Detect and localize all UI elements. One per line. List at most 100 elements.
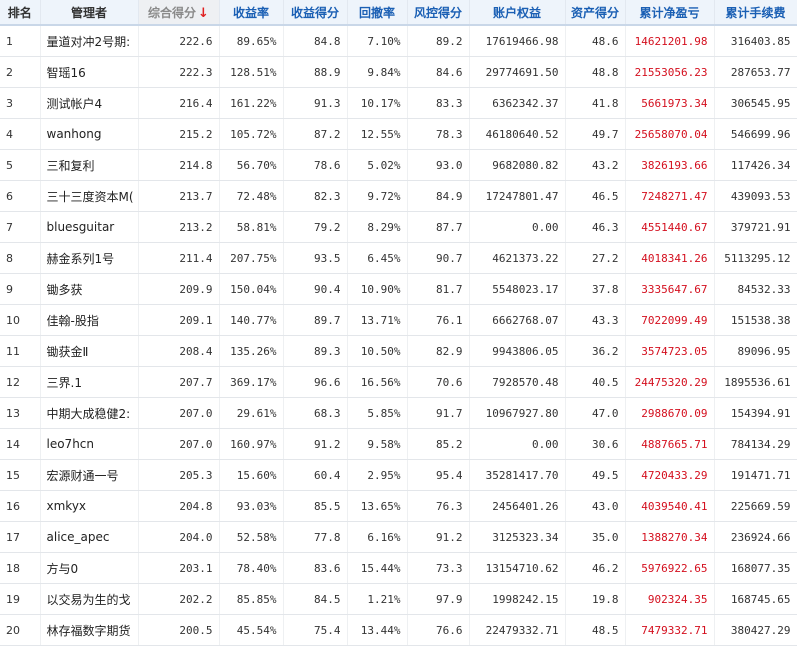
header-rank: 排名 <box>0 0 41 26</box>
header-manager: 管理者 <box>40 0 139 26</box>
header-return-rate[interactable]: 收益率 <box>219 0 284 26</box>
manager-name-cell[interactable]: 锄获金Ⅱ <box>40 335 139 367</box>
header-equity[interactable]: 账户权益 <box>469 0 566 26</box>
header-drawdown[interactable]: 回撤率 <box>347 0 408 26</box>
table-row: 1 量道对冲2号期: 222.6 89.65% 84.8 7.10% 89.2 1761946… <box>0 25 797 57</box>
composite-score-cell: 222.6 <box>138 25 220 57</box>
header-risk-score[interactable]: 风控得分 <box>407 0 470 26</box>
fees-cell: 546699.96 <box>714 118 797 150</box>
composite-score-cell: 207.0 <box>138 397 220 429</box>
return-rate-cell: 135.26% <box>219 335 284 367</box>
fees-cell: 379721.91 <box>714 211 797 243</box>
net-pnl-cell: 4039540.41 <box>625 490 715 522</box>
header-composite-label[interactable]: 综合得分 <box>148 6 196 20</box>
asset-score-cell: 49.5 <box>565 459 626 491</box>
risk-score-cell: 83.3 <box>407 87 470 119</box>
manager-name-cell[interactable]: 以交易为生的戈 <box>40 583 139 615</box>
header-net-pnl[interactable]: 累计净盈亏 <box>625 0 715 26</box>
equity-cell: 0.00 <box>469 428 566 460</box>
return-score-cell: 91.2 <box>283 428 348 460</box>
net-pnl-cell: 3826193.66 <box>625 149 715 181</box>
composite-score-cell: 204.0 <box>138 521 220 553</box>
fees-cell: 5113295.12 <box>714 242 797 274</box>
equity-cell: 6662768.07 <box>469 304 566 336</box>
manager-name-cell[interactable]: 智瑶16 <box>40 56 139 88</box>
manager-name-cell[interactable]: 三十三度资本M( <box>40 180 139 212</box>
table-row: 5 三和复利 214.8 56.70% 78.6 5.02% 93.0 9682080.82 4… <box>0 149 797 181</box>
drawdown-cell: 9.58% <box>347 428 408 460</box>
rank-cell: 5 <box>0 149 41 181</box>
manager-name-cell[interactable]: 中期大成稳健2: <box>40 397 139 429</box>
asset-score-cell: 36.2 <box>565 335 626 367</box>
return-rate-cell: 93.03% <box>219 490 284 522</box>
return-rate-cell: 369.17% <box>219 366 284 398</box>
header-fees[interactable]: 累计手续费 <box>714 0 797 26</box>
risk-score-cell: 81.7 <box>407 273 470 305</box>
drawdown-cell: 13.71% <box>347 304 408 336</box>
fees-cell: 84532.33 <box>714 273 797 305</box>
return-score-cell: 82.3 <box>283 180 348 212</box>
manager-name-cell[interactable]: alice_apec <box>40 521 139 553</box>
sort-desc-arrow-icon[interactable]: ↓ <box>198 6 209 21</box>
manager-name-cell[interactable]: 量道对冲2号期: <box>40 25 139 57</box>
net-pnl-cell: 3335647.67 <box>625 273 715 305</box>
risk-score-cell: 78.3 <box>407 118 470 150</box>
composite-score-cell: 205.3 <box>138 459 220 491</box>
manager-name-cell[interactable]: wanhong <box>40 118 139 150</box>
return-score-cell: 84.8 <box>283 25 348 57</box>
manager-name-cell[interactable]: 三界.1 <box>40 366 139 398</box>
manager-name-cell[interactable]: bluesguitar <box>40 211 139 243</box>
return-score-cell: 96.6 <box>283 366 348 398</box>
fees-cell: 151538.38 <box>714 304 797 336</box>
composite-score-cell: 211.4 <box>138 242 220 274</box>
fees-cell: 316403.85 <box>714 25 797 57</box>
manager-name-cell[interactable]: 宏源财通一号 <box>40 459 139 491</box>
equity-cell: 9943806.05 <box>469 335 566 367</box>
risk-score-cell: 95.4 <box>407 459 470 491</box>
header-composite-score[interactable]: 综合得分 ↓ <box>138 0 220 26</box>
composite-score-cell: 208.4 <box>138 335 220 367</box>
manager-name-cell[interactable]: 锄多获 <box>40 273 139 305</box>
manager-name-cell[interactable]: 测试帐户4 <box>40 87 139 119</box>
fees-cell: 225669.59 <box>714 490 797 522</box>
drawdown-cell: 10.17% <box>347 87 408 119</box>
fees-cell: 236924.66 <box>714 521 797 553</box>
drawdown-cell: 6.16% <box>347 521 408 553</box>
table-row: 14 leo7hcn 207.0 160.97% 91.2 9.58% 85.2 0.00 30… <box>0 428 797 460</box>
manager-name-cell[interactable]: 赫金系列1号 <box>40 242 139 274</box>
return-score-cell: 89.3 <box>283 335 348 367</box>
composite-score-cell: 207.7 <box>138 366 220 398</box>
manager-name-cell[interactable]: 三和复利 <box>40 149 139 181</box>
rank-cell: 15 <box>0 459 41 491</box>
return-score-cell: 77.8 <box>283 521 348 553</box>
rank-cell: 12 <box>0 366 41 398</box>
equity-cell: 0.00 <box>469 211 566 243</box>
fees-cell: 191471.71 <box>714 459 797 491</box>
return-rate-cell: 56.70% <box>219 149 284 181</box>
equity-cell: 6362342.37 <box>469 87 566 119</box>
return-rate-cell: 72.48% <box>219 180 284 212</box>
asset-score-cell: 35.0 <box>565 521 626 553</box>
manager-name-cell[interactable]: 方与0 <box>40 552 139 584</box>
return-score-cell: 88.9 <box>283 56 348 88</box>
fees-cell: 1895536.61 <box>714 366 797 398</box>
drawdown-cell: 16.56% <box>347 366 408 398</box>
composite-score-cell: 214.8 <box>138 149 220 181</box>
return-rate-cell: 89.65% <box>219 25 284 57</box>
risk-score-cell: 87.7 <box>407 211 470 243</box>
equity-cell: 4621373.22 <box>469 242 566 274</box>
header-row: 排名 管理者 综合得分 ↓ 收益率 收益得分 回撤率 风控得分 账户权益 资产得分… <box>0 0 797 26</box>
equity-cell: 46180640.52 <box>469 118 566 150</box>
drawdown-cell: 9.84% <box>347 56 408 88</box>
asset-score-cell: 37.8 <box>565 273 626 305</box>
net-pnl-cell: 4887665.71 <box>625 428 715 460</box>
table-body: 1 量道对冲2号期: 222.6 89.65% 84.8 7.10% 89.2 1761946… <box>0 25 797 646</box>
manager-name-cell[interactable]: 佳翰-股指 <box>40 304 139 336</box>
return-score-cell: 79.2 <box>283 211 348 243</box>
drawdown-cell: 1.21% <box>347 583 408 615</box>
net-pnl-cell: 14621201.98 <box>625 25 715 57</box>
header-asset-score[interactable]: 资产得分 <box>565 0 626 26</box>
manager-name-cell[interactable]: leo7hcn <box>40 428 139 460</box>
manager-name-cell[interactable]: xmkyx <box>40 490 139 522</box>
header-return-score[interactable]: 收益得分 <box>283 0 348 26</box>
